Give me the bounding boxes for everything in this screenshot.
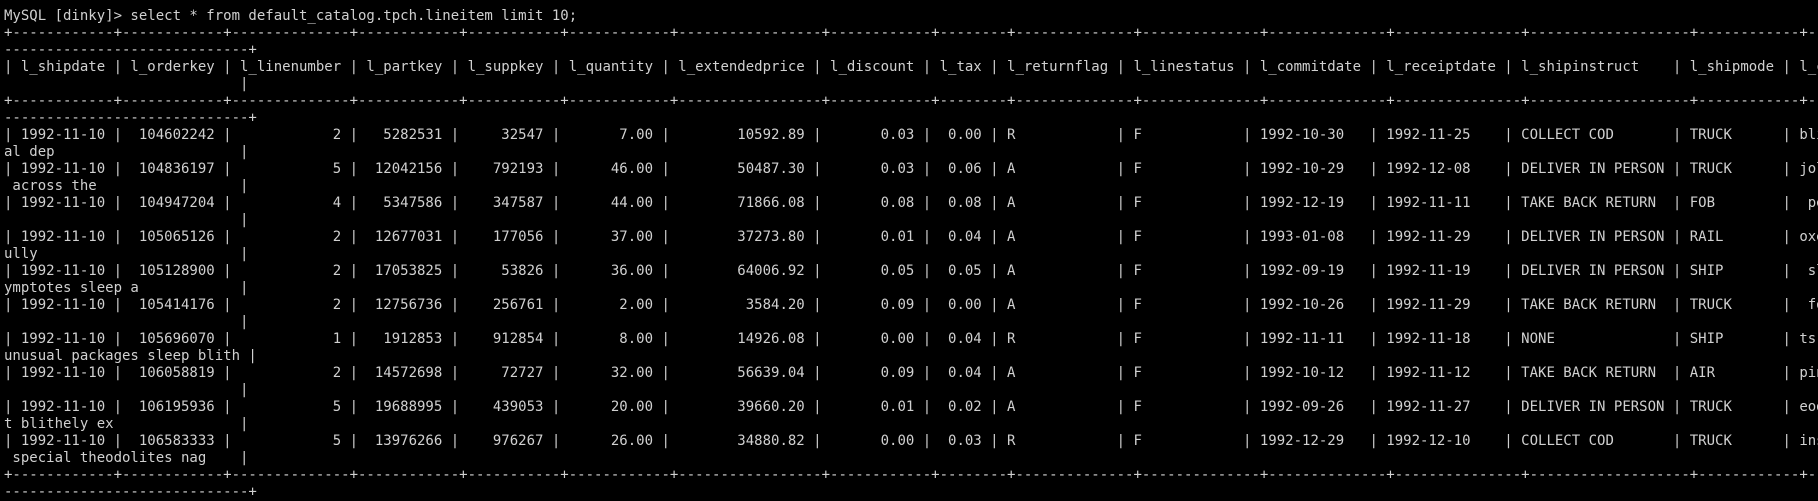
table-row: | 1992-11-10 | 105696070 | 1 | 1912853 |… bbox=[4, 331, 1818, 347]
table-border: -----------------------------+ bbox=[4, 110, 257, 126]
table-row-wrap: | bbox=[4, 314, 249, 330]
table-row-wrap: t blithely ex | bbox=[4, 416, 249, 432]
table-row-wrap: special theodolites nag | bbox=[4, 450, 249, 466]
table-row-wrap: ully | bbox=[4, 246, 249, 262]
table-row-wrap: | bbox=[4, 76, 249, 92]
table-border: -----------------------------+ bbox=[4, 484, 257, 500]
table-row-wrap: | bbox=[4, 212, 249, 228]
table-row: | 1992-11-10 | 104836197 | 5 | 12042156 … bbox=[4, 161, 1818, 177]
table-row-wrap: | bbox=[4, 382, 249, 398]
table-header: | l_shipdate | l_orderkey | l_linenumber… bbox=[4, 59, 1818, 75]
query-output: MySQL [dinky]> select * from default_cat… bbox=[4, 8, 1818, 501]
table-row: | 1992-11-10 | 104947204 | 4 | 5347586 |… bbox=[4, 195, 1818, 211]
table-border: +------------+------------+-------------… bbox=[4, 467, 1818, 483]
table-border: -----------------------------+ bbox=[4, 42, 257, 58]
command-line: MySQL [dinky]> select * from default_cat… bbox=[4, 8, 578, 24]
table-border: +------------+------------+-------------… bbox=[4, 25, 1818, 41]
table-row-wrap: ymptotes sleep a | bbox=[4, 280, 249, 296]
table-row: | 1992-11-10 | 105414176 | 2 | 12756736 … bbox=[4, 297, 1818, 313]
table-row: | 1992-11-10 | 105065126 | 2 | 12677031 … bbox=[4, 229, 1818, 245]
table-row: | 1992-11-10 | 106583333 | 5 | 13976266 … bbox=[4, 433, 1818, 449]
table-row-wrap: across the | bbox=[4, 178, 249, 194]
table-row: | 1992-11-10 | 105128900 | 2 | 17053825 … bbox=[4, 263, 1818, 279]
terminal-window[interactable]: MySQL [dinky]> select * from default_cat… bbox=[0, 0, 1818, 501]
table-row: | 1992-11-10 | 106058819 | 2 | 14572698 … bbox=[4, 365, 1818, 381]
table-row-wrap: al dep | bbox=[4, 144, 249, 160]
table-row: | 1992-11-10 | 104602242 | 2 | 5282531 |… bbox=[4, 127, 1818, 143]
table-row-wrap: unusual packages sleep blith | bbox=[4, 348, 257, 364]
table-border: +------------+------------+-------------… bbox=[4, 93, 1818, 109]
table-row: | 1992-11-10 | 106195936 | 5 | 19688995 … bbox=[4, 399, 1818, 415]
